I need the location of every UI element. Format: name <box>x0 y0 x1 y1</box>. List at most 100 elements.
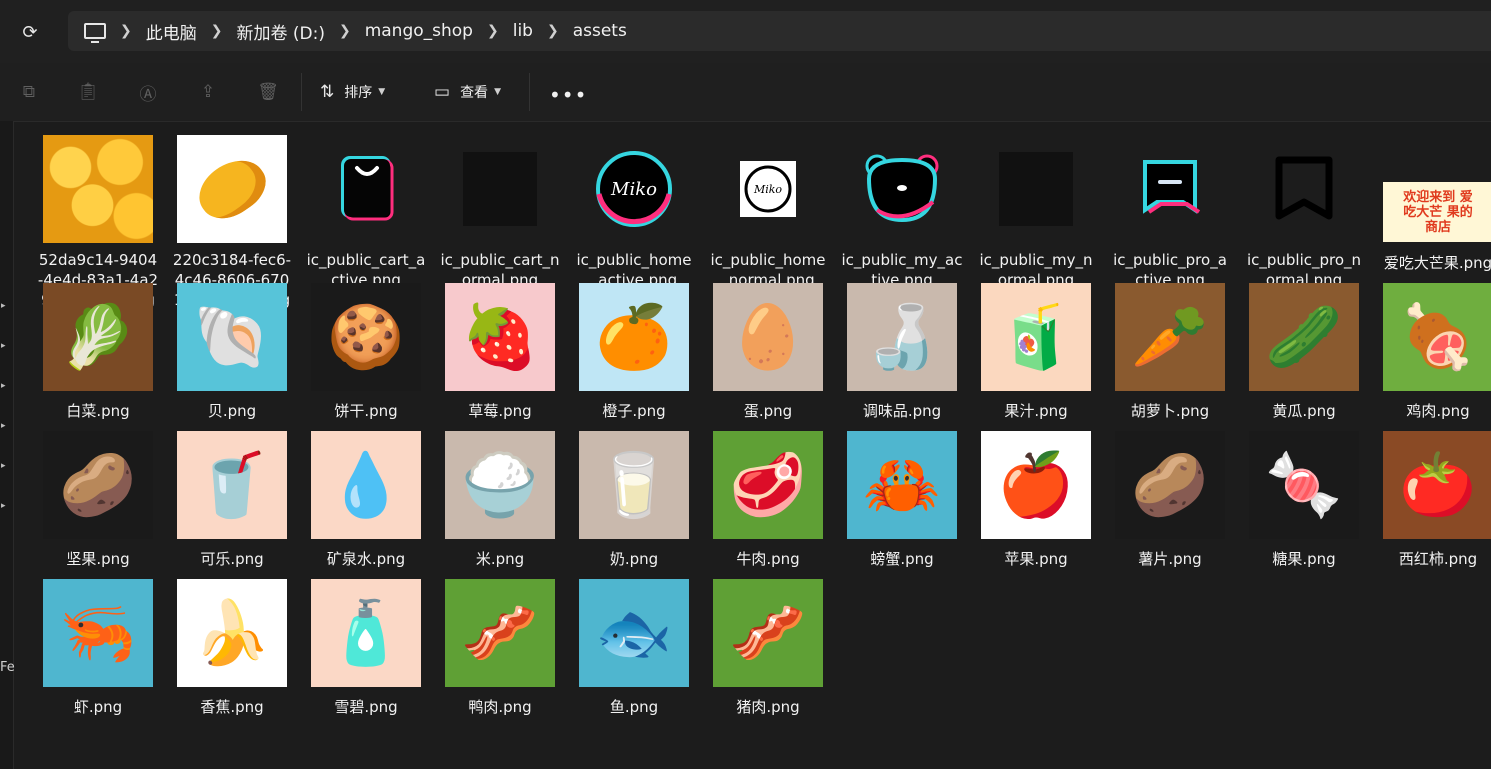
file-item[interactable]: 🥚 蛋.png <box>713 283 847 431</box>
breadcrumb-lib[interactable]: lib <box>513 21 533 41</box>
file-item[interactable]: 🐟 鱼.png <box>579 579 713 727</box>
file-name-label: 鱼.png <box>609 698 659 716</box>
file-item[interactable]: ic_public_my_normal.png <box>979 135 1115 289</box>
sort-button[interactable]: ⇅ 排序 ▼ <box>320 79 385 105</box>
file-item[interactable]: 🦐 虾.png <box>43 579 177 727</box>
cart-normal-icon <box>445 135 555 243</box>
file-item[interactable]: 🥔 坚果.png <box>43 431 177 579</box>
file-item[interactable]: 🍪 饼干.png <box>311 283 445 431</box>
file-item[interactable]: 🥔 薯片.png <box>1115 431 1249 579</box>
file-item[interactable]: 220c3184-fec6-4c46-8606-67015ed201cc.png <box>173 135 311 309</box>
file-item[interactable]: ic_public_pro_normal.png <box>1247 135 1383 289</box>
orange-glyph: 🍊 <box>595 300 673 373</box>
shrimp-image: 🦐 <box>43 579 153 687</box>
file-item[interactable]: 🥤 可乐.png <box>177 431 311 579</box>
file-item[interactable]: 🍓 草莓.png <box>445 283 579 431</box>
file-item[interactable]: 🥓 猪肉.png <box>713 579 847 727</box>
rename-icon[interactable]: Ⓐ <box>137 81 159 105</box>
view-button[interactable]: ▭ 查看 ▼ <box>434 79 501 105</box>
file-item[interactable]: 🥛 奶.png <box>579 431 713 579</box>
file-item[interactable]: 🧃 果汁.png <box>981 283 1115 431</box>
file-item[interactable]: 🥕 胡萝卜.png <box>1115 283 1249 431</box>
file-name-label: 香蕉.png <box>200 698 264 716</box>
juice-glyph: 🧃 <box>997 300 1075 373</box>
milk-image: 🥛 <box>579 431 689 539</box>
file-item[interactable]: 💧 矿泉水.png <box>311 431 445 579</box>
file-name-label: 饼干.png <box>334 402 398 420</box>
file-name-label: 牛肉.png <box>736 550 800 568</box>
file-item[interactable]: 🦀 螃蟹.png <box>847 431 981 579</box>
view-label: 查看 <box>460 85 489 101</box>
file-item[interactable]: 🍌 香蕉.png <box>177 579 311 727</box>
cola-glyph: 🥤 <box>193 448 271 521</box>
chevron-right-icon[interactable]: ❯ <box>339 23 351 39</box>
bear-my-active-icon <box>847 135 957 243</box>
file-name-label: 猪肉.png <box>736 698 800 716</box>
file-item[interactable]: Miko ic_public_home_active.png <box>576 135 713 289</box>
copy-icon[interactable]: ⧉ <box>18 81 40 103</box>
candy-image: 🍬 <box>1249 431 1359 539</box>
file-item[interactable]: 🥩 牛肉.png <box>713 431 847 579</box>
breadcrumb-drive-d[interactable]: 新加卷 (D:) <box>236 19 325 44</box>
file-name-label: 白菜.png <box>66 402 130 420</box>
file-item[interactable]: ic_public_pro_active.png <box>1113 135 1249 289</box>
chevron-right-icon[interactable]: ❯ <box>547 23 559 39</box>
file-item[interactable]: 🍬 糖果.png <box>1249 431 1383 579</box>
file-item[interactable]: 🍚 米.png <box>445 431 579 579</box>
mango-pile-image <box>43 135 153 243</box>
pin-icon[interactable]: ▸ <box>1 341 6 351</box>
file-item[interactable]: 🍊 橙子.png <box>579 283 713 431</box>
address-bar[interactable]: ❯ 此电脑 ❯ 新加卷 (D:) ❯ mango_shop ❯ lib ❯ as… <box>68 11 1491 51</box>
file-name-label: 蛋.png <box>743 402 793 420</box>
file-item[interactable]: 52da9c14-9404-4e4d-83a1-4a294050350f.png <box>38 135 177 309</box>
this-pc-icon[interactable] <box>84 23 106 43</box>
file-item[interactable]: ic_public_my_active.png <box>842 135 981 289</box>
pin-icon[interactable]: ▸ <box>1 501 6 511</box>
view-icon: ▭ <box>434 82 451 102</box>
file-item[interactable]: 🥬 白菜.png <box>43 283 177 431</box>
refresh-icon[interactable]: ⟳ <box>18 20 42 44</box>
orange-image: 🍊 <box>579 283 689 391</box>
breadcrumb-assets[interactable]: assets <box>573 21 627 41</box>
file-name-label: 调味品.png <box>862 402 942 420</box>
file-item[interactable]: 欢迎来到 爱吃大芒 果的商店 爱吃大芒果.png <box>1383 135 1491 283</box>
file-item[interactable]: 🐚 贝.png <box>177 283 311 431</box>
chevron-right-icon[interactable]: ❯ <box>120 23 132 39</box>
breadcrumb-mango-shop[interactable]: mango_shop <box>365 21 473 41</box>
share-icon[interactable]: ⇪ <box>197 81 219 103</box>
file-item[interactable]: 🍶 调味品.png <box>847 283 981 431</box>
chevron-right-icon[interactable]: ❯ <box>211 23 223 39</box>
file-item[interactable]: 🍖 鸡肉.png <box>1383 283 1491 431</box>
paste-icon[interactable]: 📋︎ <box>77 81 99 103</box>
file-item[interactable]: ic_public_cart_normal.png <box>440 135 579 289</box>
pin-icon[interactable]: ▸ <box>1 381 6 391</box>
file-item[interactable]: ic_public_cart_active.png <box>307 135 445 289</box>
breadcrumb-this-pc[interactable]: 此电脑 <box>146 19 197 44</box>
file-name-label: 苹果.png <box>1004 550 1068 568</box>
file-item[interactable]: 🍅 西红柿.png <box>1383 431 1491 579</box>
cart-active-icon <box>311 135 421 243</box>
strawberry-image: 🍓 <box>445 283 555 391</box>
file-item[interactable]: Miko ic_public_home_normal.png <box>710 135 847 289</box>
pro-normal-icon <box>1249 135 1359 243</box>
file-item[interactable]: 🧴 雪碧.png <box>311 579 445 727</box>
carrot-glyph: 🥕 <box>1131 300 1209 373</box>
file-item[interactable]: 🍎 苹果.png <box>981 431 1115 579</box>
pin-icon[interactable]: ▸ <box>1 461 6 471</box>
command-bar: ⧉ 📋︎ Ⓐ ⇪ 🗑︎ ⇅ 排序 ▼ ▭ 查看 ▼ ••• <box>0 63 1491 122</box>
file-name-label: 米.png <box>475 550 525 568</box>
pin-icon[interactable]: ▸ <box>1 301 6 311</box>
more-options-button[interactable]: ••• <box>549 83 587 107</box>
svg-text:Miko: Miko <box>753 183 782 196</box>
banner-text: 欢迎来到 爱吃大芒 果的商店 <box>1403 189 1473 235</box>
file-item[interactable]: 🥓 鸭肉.png <box>445 579 579 727</box>
water-bottle-glyph: 💧 <box>327 448 405 521</box>
apple-image: 🍎 <box>981 431 1091 539</box>
chevron-right-icon[interactable]: ❯ <box>487 23 499 39</box>
pin-icon[interactable]: ▸ <box>1 421 6 431</box>
chips-glyph: 🥔 <box>1131 448 1209 521</box>
cookie-glyph: 🍪 <box>327 300 405 373</box>
file-item[interactable]: 🥒 黄瓜.png <box>1249 283 1383 431</box>
delete-icon[interactable]: 🗑︎ <box>257 81 279 103</box>
tomato-glyph: 🍅 <box>1399 448 1477 521</box>
